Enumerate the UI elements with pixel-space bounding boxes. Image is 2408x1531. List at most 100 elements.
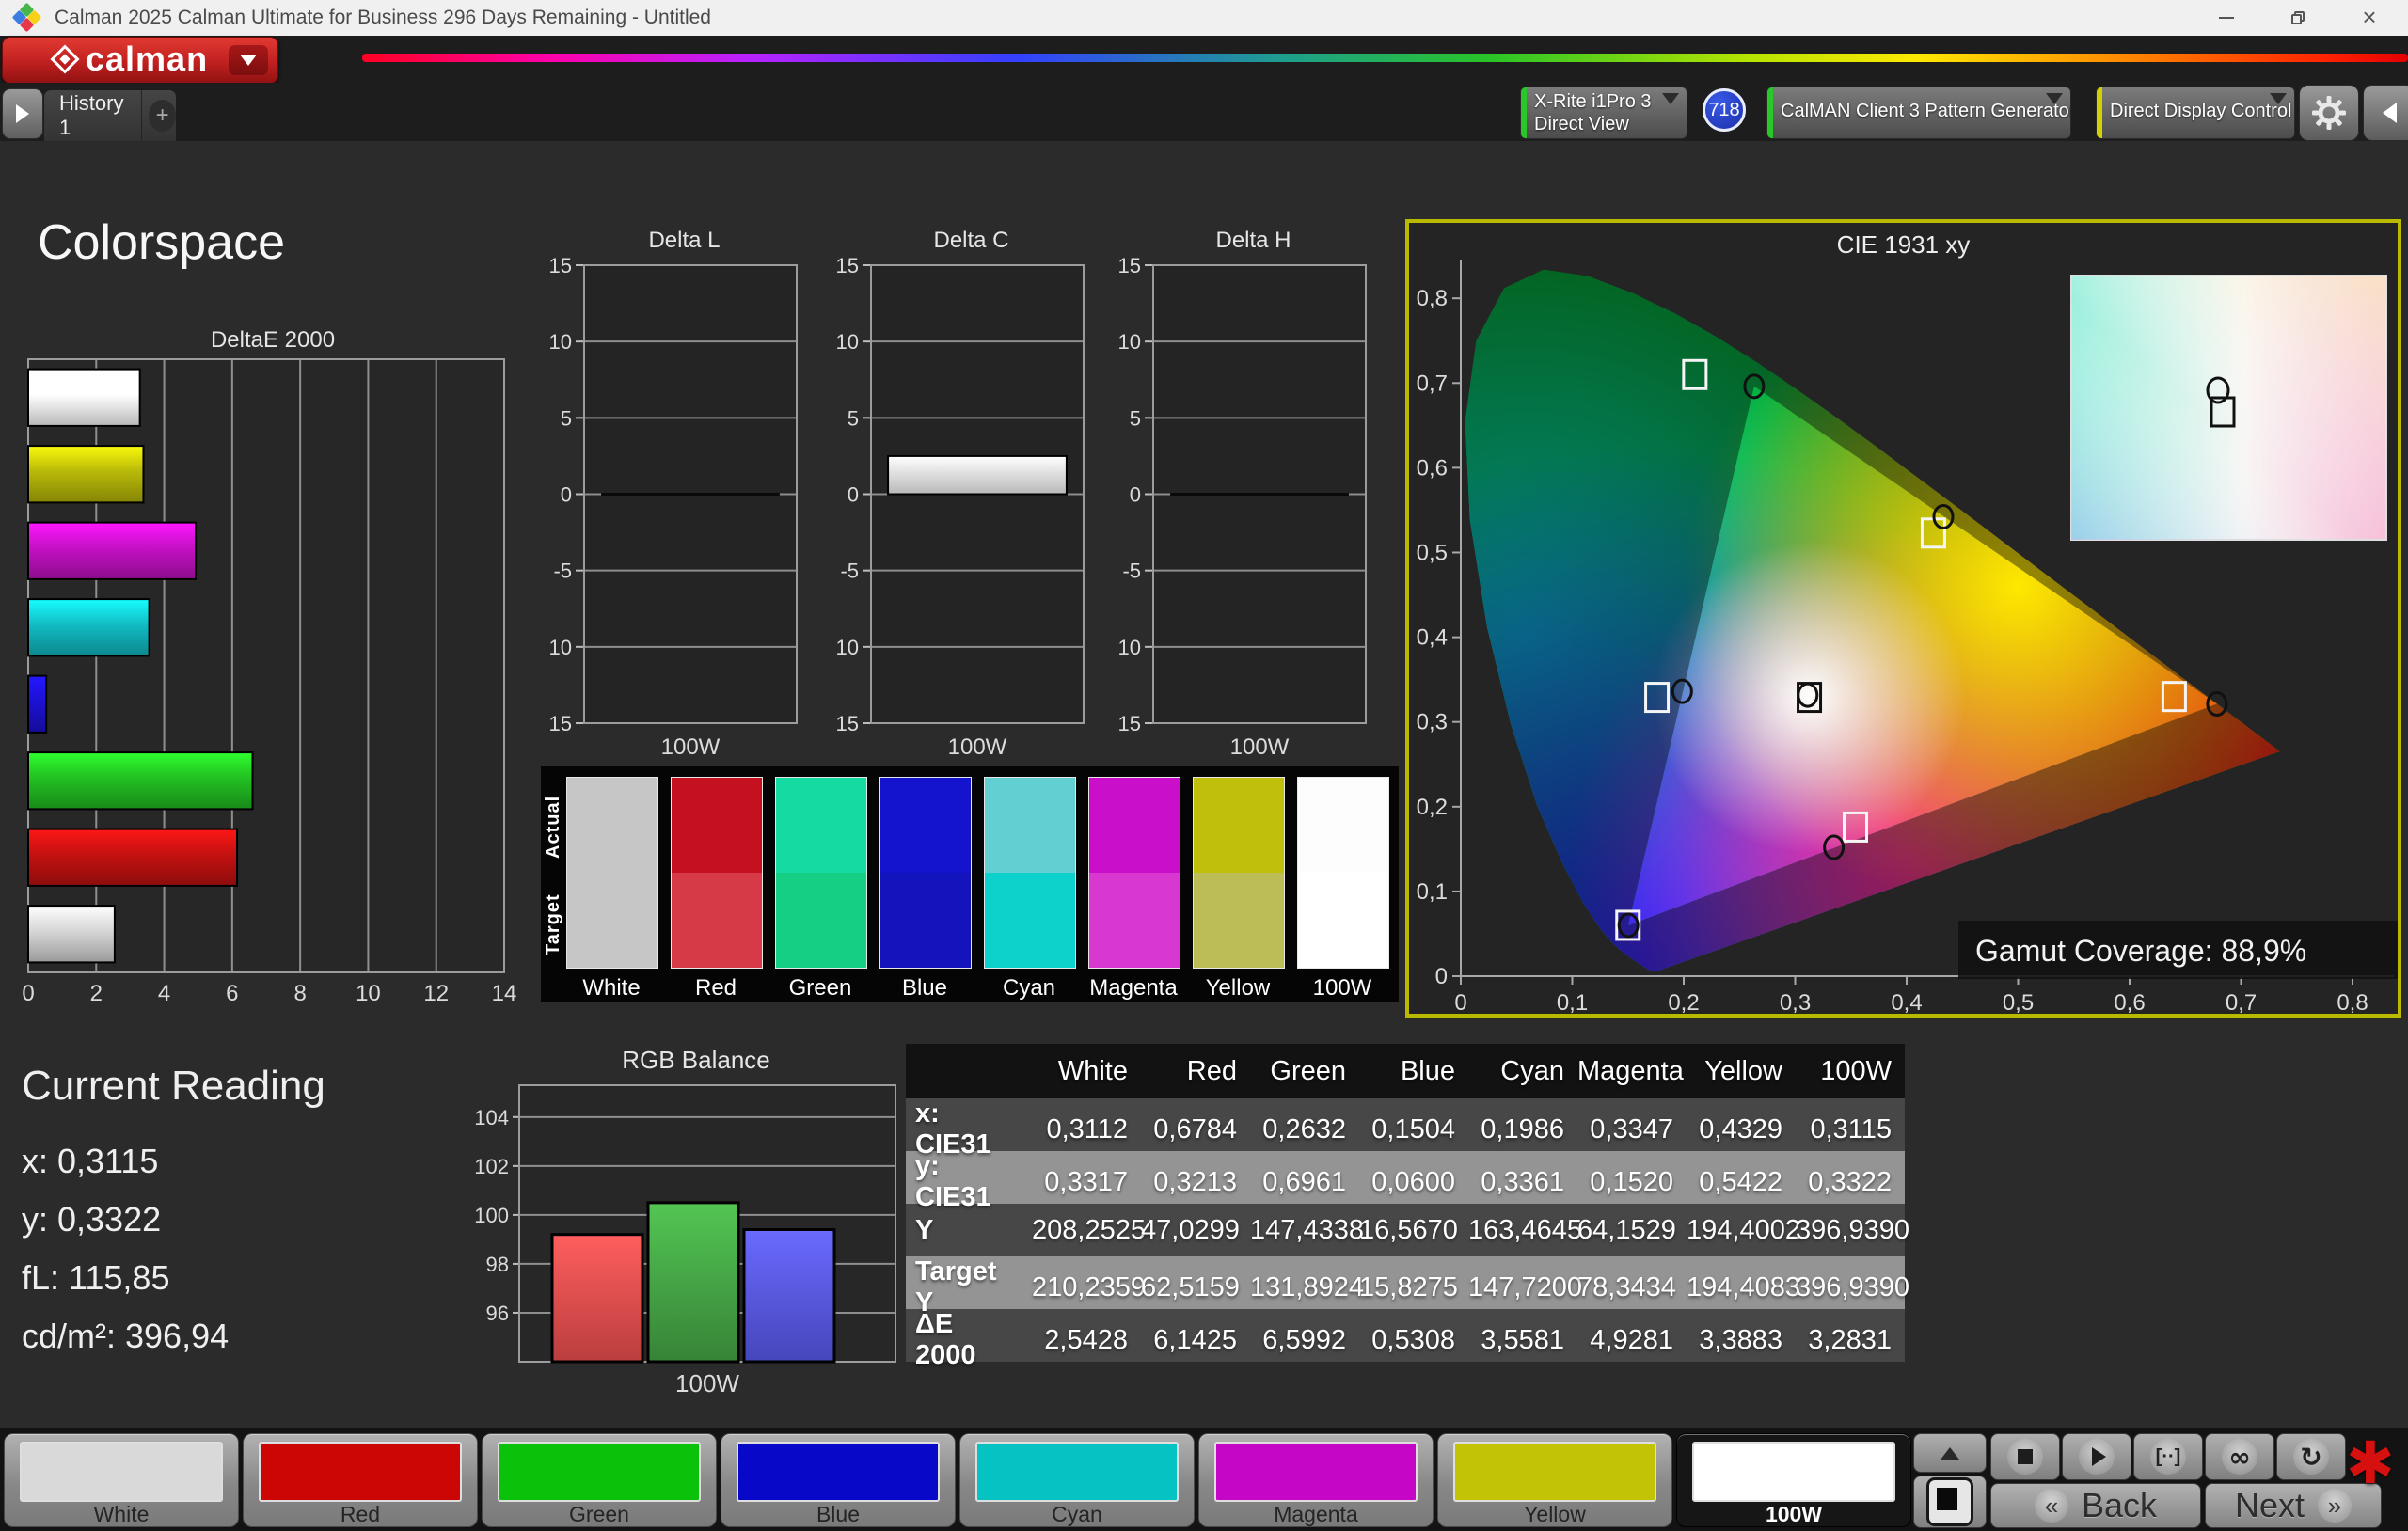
expand-panel-button[interactable]	[2, 88, 43, 139]
collapse-panel-button[interactable]	[2363, 85, 2408, 141]
tick-label: 5	[561, 406, 572, 430]
bar-cyan	[27, 598, 150, 657]
bar-blue	[27, 674, 48, 734]
tick-label: -10	[1119, 636, 1141, 659]
delta-h-chart: 15 10 5 0 -5 -10 -15 100W	[1119, 256, 1367, 760]
swatch-box	[671, 777, 763, 969]
pattern-button-green[interactable]: Green	[482, 1433, 717, 1527]
minimize-button[interactable]	[2199, 0, 2254, 35]
calman-logo-icon	[50, 44, 80, 74]
tick-label: 0,2	[1668, 990, 1699, 1014]
pattern-swatch	[1214, 1442, 1418, 1502]
tick-label: -5	[553, 560, 572, 583]
pattern-button-red[interactable]: Red	[243, 1433, 478, 1527]
stop-icon	[2018, 1449, 2033, 1464]
refresh-button[interactable]: ↻	[2276, 1433, 2346, 1480]
table-cell: 62,5159	[1141, 1271, 1240, 1302]
table-cell: 0,2632	[1262, 1113, 1346, 1144]
table-cell: 0,1986	[1481, 1113, 1564, 1144]
table-cell: 3,2831	[1808, 1324, 1892, 1355]
chevron-left-icon	[2382, 103, 2397, 123]
bar-red	[27, 828, 239, 887]
tick-label: 0,1	[1557, 990, 1588, 1014]
table-row-label: y: CIE31	[915, 1151, 991, 1212]
add-tab-button[interactable]: +	[149, 100, 176, 132]
pattern-label: White	[93, 1502, 150, 1526]
chevron-down-icon	[2270, 93, 2287, 121]
continuous-read-button[interactable]: ∞	[2205, 1433, 2274, 1480]
table-cell: 0,3115	[1810, 1113, 1892, 1144]
pattern-button-100w[interactable]: 100W	[1676, 1433, 1911, 1527]
notification-asterisk-icon[interactable]: ✱	[2346, 1428, 2395, 1497]
step-interval-button[interactable]: [··]	[2133, 1433, 2203, 1480]
table-cell: 396,9390	[1796, 1271, 1909, 1302]
close-button[interactable]: ×	[2342, 0, 2397, 35]
play-button[interactable]	[2062, 1433, 2131, 1480]
table-cell: 64,1529	[1577, 1214, 1676, 1245]
swatch-box	[1088, 777, 1180, 969]
stop-button[interactable]	[1990, 1433, 2060, 1480]
pattern-generator-dropdown[interactable]: CalMAN Client 3 Pattern Generator	[1766, 87, 2071, 139]
table-cell: 6,5992	[1262, 1324, 1346, 1355]
tick-label: 8	[293, 981, 306, 1006]
tick-label: 6	[226, 981, 238, 1006]
tick-label: -5	[840, 560, 859, 583]
swatch-box	[984, 777, 1076, 969]
table-cell: 0,0600	[1371, 1166, 1455, 1197]
bar-100w	[887, 454, 1068, 496]
pattern-swatch	[259, 1442, 462, 1502]
tick-label: 104	[474, 1106, 509, 1129]
swatch-box	[775, 777, 867, 969]
next-label: Next	[2234, 1486, 2305, 1524]
pattern-button-cyan[interactable]: Cyan	[959, 1433, 1195, 1527]
rgb-bar-green	[646, 1201, 740, 1364]
cie-chart-title: CIE 1931 xy	[1836, 230, 1971, 259]
table-cell: 78,3434	[1577, 1271, 1676, 1302]
back-button[interactable]: « Back	[1990, 1483, 2201, 1528]
tick-label: 102	[474, 1155, 509, 1178]
pattern-button-white[interactable]: White	[4, 1433, 239, 1527]
tick-label: 14	[492, 981, 517, 1006]
meter-count-badge[interactable]: 718	[1703, 88, 1746, 132]
swatch-actual	[1089, 778, 1180, 873]
table-cell: 0,6961	[1262, 1166, 1346, 1197]
chevrons-left-icon: «	[2034, 1489, 2068, 1523]
pattern-window-up-button[interactable]	[1913, 1433, 1987, 1473]
pattern-button-blue[interactable]: Blue	[721, 1433, 956, 1527]
settings-button[interactable]	[2299, 85, 2359, 141]
category-label: 100W	[675, 1369, 739, 1397]
chevron-down-icon	[2046, 93, 2063, 121]
swatch-box	[1193, 777, 1285, 969]
tick-label: 100	[474, 1204, 509, 1227]
tick-label: -10	[837, 636, 859, 659]
table-cell: 0,4329	[1699, 1113, 1782, 1144]
tick-label: -15	[550, 712, 572, 735]
delta-c-chart: 15 10 5 0 -5 -10 -15 100W	[837, 256, 1085, 760]
pattern-window-button[interactable]	[1913, 1476, 1987, 1528]
swatch-actual	[776, 778, 866, 873]
table-cell: 163,4645	[1468, 1214, 1582, 1245]
pattern-window-icon	[1926, 1477, 1973, 1526]
table-cell: 0,5422	[1699, 1166, 1782, 1197]
calman-menu-caret[interactable]	[229, 45, 268, 75]
table-cell: 3,3883	[1699, 1324, 1782, 1355]
tab-row: History 1 + X-Rite i1Pro 3 Direct View 7…	[0, 83, 2408, 141]
tick-label: 10	[1119, 330, 1141, 354]
table-row: Y 208,2525 47,0299 147,4338 16,5670 163,4645 6…	[906, 1204, 1909, 1256]
bottom-bar: White Red Green Blue Cyan Magenta Yellow 100W […	[0, 1428, 2408, 1531]
pattern-button-magenta[interactable]: Magenta	[1198, 1433, 1434, 1527]
table-cell: 0,3112	[1046, 1113, 1128, 1144]
table-cell: 147,4338	[1250, 1214, 1364, 1245]
swatch-box	[879, 777, 972, 969]
tick-label: 0	[1130, 483, 1141, 507]
tab-history[interactable]: History 1	[44, 90, 143, 141]
meter-dropdown[interactable]: X-Rite i1Pro 3 Direct View	[1520, 87, 1687, 139]
tick-label: 15	[550, 256, 572, 277]
restore-button[interactable]	[2271, 0, 2325, 35]
calman-menu-button[interactable]: calman	[2, 37, 278, 84]
pattern-button-yellow[interactable]: Yellow	[1437, 1433, 1672, 1527]
restore-icon	[2291, 10, 2305, 24]
display-control-dropdown[interactable]: Direct Display Control	[2096, 87, 2295, 139]
tick-label: 0,7	[1417, 371, 1448, 396]
tick-label: 0	[561, 483, 572, 507]
